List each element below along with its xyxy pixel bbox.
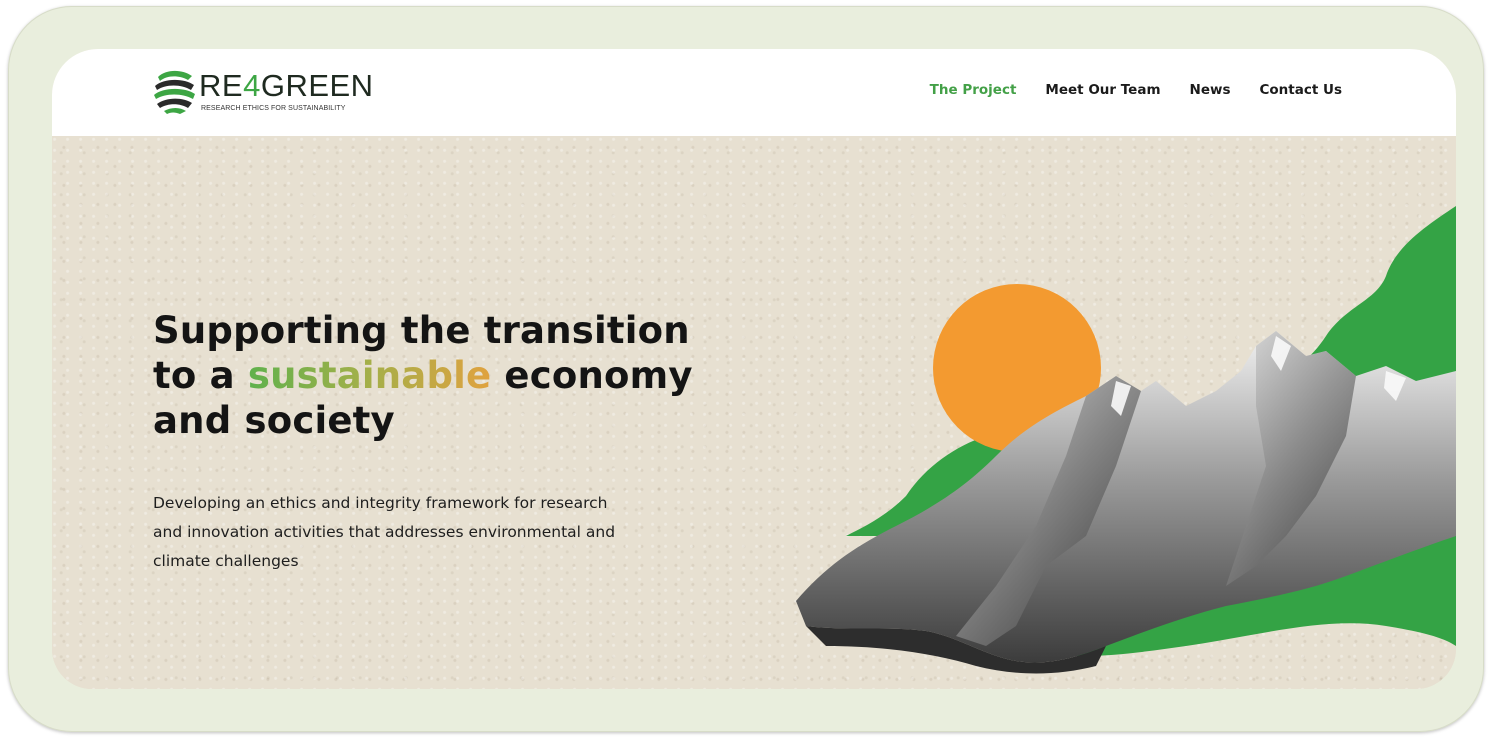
- headline-line-3: and society: [153, 399, 395, 442]
- nav-item-the-project[interactable]: The Project: [930, 82, 1017, 98]
- logo-word-accent: 4: [243, 68, 261, 103]
- outer-frame: RE4GREEN RESEARCH ETHICS FOR SUSTAINABIL…: [8, 6, 1484, 732]
- hero-headline: Supporting the transition to a sustainabl…: [153, 308, 693, 443]
- nav-item-contact-us[interactable]: Contact Us: [1259, 82, 1342, 98]
- site-header: RE4GREEN RESEARCH ETHICS FOR SUSTAINABIL…: [52, 49, 1456, 136]
- headline-highlight: sustainable: [247, 354, 492, 397]
- logo-tagline: RESEARCH ETHICS FOR SUSTAINABILITY: [201, 105, 346, 112]
- nav-item-meet-our-team[interactable]: Meet Our Team: [1045, 82, 1160, 98]
- logo-word-prefix: RE: [199, 68, 244, 103]
- globe-leaf-icon: [154, 70, 195, 114]
- hero-subtext: Developing an ethics and integrity frame…: [153, 494, 616, 570]
- logo-wordmark: RE4GREEN: [199, 67, 374, 105]
- hero-section: Supporting the transition to a sustainabl…: [52, 136, 1456, 689]
- logo-word-suffix: GREEN: [260, 68, 374, 103]
- headline-line-2-post: economy: [491, 354, 693, 397]
- site-logo[interactable]: RE4GREEN RESEARCH ETHICS FOR SUSTAINABIL…: [152, 67, 382, 119]
- main-nav: The Project Meet Our Team News Contact U…: [930, 82, 1342, 98]
- nav-item-news[interactable]: News: [1190, 82, 1231, 98]
- headline-line-1: Supporting the transition: [153, 309, 690, 352]
- browser-window: RE4GREEN RESEARCH ETHICS FOR SUSTAINABIL…: [52, 49, 1456, 689]
- headline-line-2-pre: to a: [153, 354, 248, 397]
- mountain-sun-illustration: [796, 206, 1456, 674]
